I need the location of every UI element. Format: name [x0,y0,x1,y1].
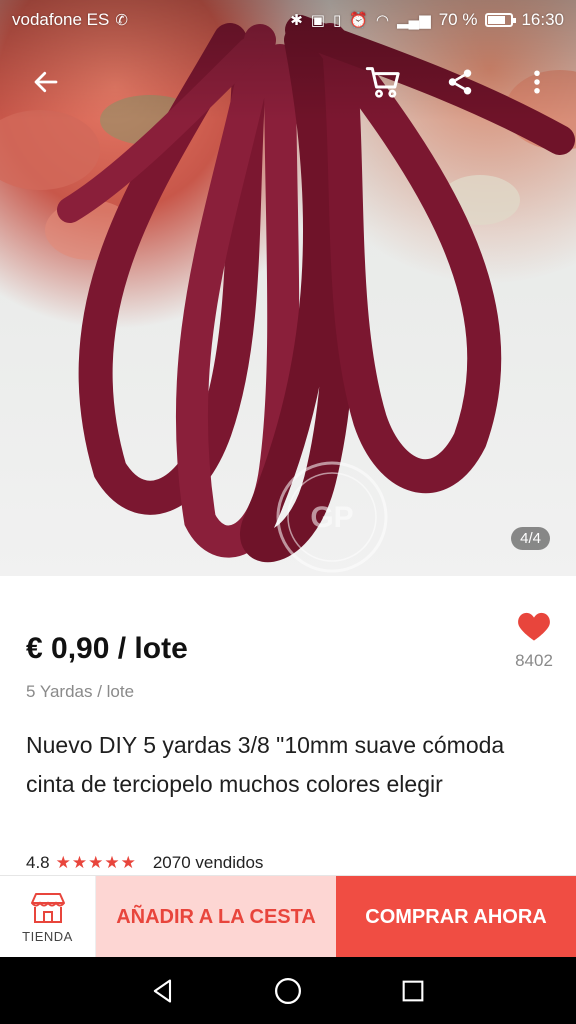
cart-icon [365,67,400,98]
share-button[interactable] [438,60,482,104]
wifi-icon: ◠ [375,12,389,29]
alarm-icon: ⏰ [349,12,368,29]
product-price: € 0,90 / lote [26,632,188,665]
image-counter: 4/4 [511,527,550,550]
square-recents-icon [402,980,424,1001]
bluetooth-icon: ✱ [290,12,303,29]
carrier-name: vodafone ES [12,10,110,29]
action-bar: TIENDA AÑADIR A LA CESTA COMPRAR AHORA [0,875,576,958]
add-to-cart-button[interactable]: AÑADIR A LA CESTA [96,876,336,958]
more-options-button[interactable] [515,60,559,104]
star-rating-icon: ★★★★★ [55,853,137,872]
system-navigation-bar [0,957,576,1024]
carrier-group: vodafone ES ✆ [12,10,128,30]
rating-value: 4.8 [26,853,50,872]
store-label: TIENDA [22,928,73,944]
nav-home-button[interactable] [268,971,308,1011]
app-bar [0,50,576,114]
status-icons: ✱ ▣ ▯ ⏰ ◠ ▂▄▆ 70 % 16:30 [290,10,564,30]
store-button[interactable]: TIENDA [0,876,96,958]
nav-recents-button[interactable] [393,971,433,1011]
favorite-button[interactable]: 8402 [512,610,556,671]
product-info: € 0,90 / lote 5 Yardas / lote 8402 Nuevo… [0,576,576,876]
circle-home-icon [274,977,301,1004]
signal-icon: ▂▄▆ [397,12,431,29]
rating-row[interactable]: 4.8 ★★★★★ 2070 vendidos [26,853,263,873]
product-title: Nuevo DIY 5 yardas 3/8 "10mm suave cómod… [26,732,505,797]
buy-now-button[interactable]: COMPRAR AHORA [336,876,576,958]
nfc-icon: ▣ [310,12,325,29]
back-button[interactable] [24,60,68,104]
store-icon [30,892,65,923]
nav-back-button[interactable] [143,971,183,1011]
arrow-left-icon [34,71,58,93]
product-unit: 5 Yardas / lote [26,682,135,701]
triangle-back-icon [153,978,171,1003]
heart-icon [518,612,550,641]
clock: 16:30 [521,10,564,29]
whatsapp-icon: ✆ [115,12,128,29]
status-bar: vodafone ES ✆ ✱ ▣ ▯ ⏰ ◠ ▂▄▆ 70 % 16:30 [0,0,576,40]
svg-text:GP: GP [310,501,353,534]
more-vertical-icon [534,70,540,94]
cart-button[interactable] [362,60,406,104]
favorites-count: 8402 [515,651,553,670]
share-icon [448,69,472,95]
sold-count: 2070 vendidos [152,853,264,872]
battery-percent: 70 % [438,10,478,29]
battery-icon [485,13,517,27]
vibrate-icon: ▯ [332,12,342,29]
